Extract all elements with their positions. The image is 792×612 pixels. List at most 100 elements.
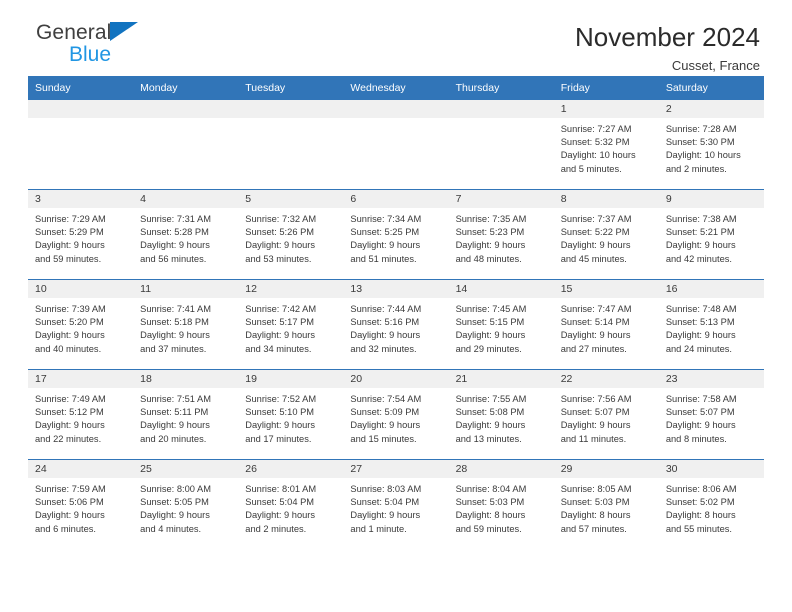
day-detail-line: Sunrise: 7:39 AM	[35, 304, 106, 314]
day-cell-22[interactable]: 22 Sunrise: 7:56 AM Sunset: 5:07 PM Dayligh…	[553, 370, 659, 459]
day-cell-7[interactable]: 7 Sunrise: 7:35 AM Sunset: 5:23 PM Daylight…	[448, 190, 554, 279]
day-detail-line: Sunset: 5:13 PM	[665, 317, 735, 328]
day-detail-line: and 2 minutes.	[665, 163, 727, 174]
day-details: Sunrise: 7:31 AM Sunset: 5:28 PM Daylight:…	[133, 208, 238, 266]
day-detail-line: Daylight: 8 hours	[455, 510, 526, 521]
day-detail-line: Sunset: 5:08 PM	[455, 407, 525, 418]
day-detail-line: Sunset: 5:06 PM	[35, 497, 104, 508]
day-cell-20[interactable]: 20 Sunrise: 7:54 AM Sunset: 5:09 PM Dayligh…	[343, 370, 449, 459]
day-detail-line: Sunrise: 7:45 AM	[455, 304, 527, 314]
day-detail-line: and 37 minutes.	[140, 343, 207, 354]
day-details: Sunrise: 8:06 AM Sunset: 5:02 PM Daylight:…	[659, 478, 764, 536]
day-cell-2[interactable]: 2 Sunrise: 7:28 AM Sunset: 5:30 PM Daylight…	[658, 100, 764, 189]
weekday-header-saturday: Saturday	[665, 82, 708, 94]
weekday-header-thursday: Thursday	[455, 82, 500, 94]
day-detail-line: and 57 minutes.	[560, 523, 627, 534]
day-cell-29[interactable]: 29 Sunrise: 8:05 AM Sunset: 5:03 PM Dayligh…	[553, 460, 659, 549]
day-detail-line: Sunset: 5:29 PM	[35, 227, 104, 238]
day-details: Sunrise: 8:03 AM Sunset: 5:04 PM Daylight:…	[343, 478, 448, 536]
day-cell-24[interactable]: 24 Sunrise: 7:59 AM Sunset: 5:06 PM Dayligh…	[28, 460, 134, 549]
day-cell-6[interactable]: 6 Sunrise: 7:34 AM Sunset: 5:25 PM Daylight…	[343, 190, 449, 279]
day-cell-4[interactable]: 4 Sunrise: 7:31 AM Sunset: 5:28 PM Daylight…	[133, 190, 239, 279]
day-details: Sunrise: 7:27 AM Sunset: 5:32 PM Daylight:…	[554, 118, 659, 176]
day-details: Sunrise: 7:44 AM Sunset: 5:16 PM Daylight:…	[343, 298, 448, 356]
day-details	[449, 118, 554, 123]
weekday-header-sunday: Sunday	[35, 82, 71, 94]
day-details	[28, 118, 133, 123]
day-details: Sunrise: 7:55 AM Sunset: 5:08 PM Daylight:…	[449, 388, 554, 446]
day-detail-line: Daylight: 9 hours	[350, 240, 421, 251]
day-details: Sunrise: 7:45 AM Sunset: 5:15 PM Daylight:…	[449, 298, 554, 356]
day-detail-line: Sunset: 5:23 PM	[455, 227, 525, 238]
day-detail-line: and 1 minute.	[350, 523, 407, 534]
day-cell-26[interactable]: 26 Sunrise: 8:01 AM Sunset: 5:04 PM Dayligh…	[238, 460, 344, 549]
day-detail-line: and 13 minutes.	[455, 433, 522, 444]
day-detail-line: Sunrise: 7:49 AM	[35, 394, 106, 404]
day-details: Sunrise: 7:56 AM Sunset: 5:07 PM Daylight:…	[554, 388, 659, 446]
day-details: Sunrise: 7:41 AM Sunset: 5:18 PM Daylight:…	[133, 298, 238, 356]
day-cell-14[interactable]: 14 Sunrise: 7:45 AM Sunset: 5:15 PM Dayligh…	[448, 280, 554, 369]
day-number: 23	[658, 370, 764, 388]
day-cell-30[interactable]: 30 Sunrise: 8:06 AM Sunset: 5:02 PM Dayligh…	[658, 460, 764, 549]
day-detail-line: and 45 minutes.	[560, 253, 627, 264]
day-cell-27[interactable]: 27 Sunrise: 8:03 AM Sunset: 5:04 PM Dayligh…	[343, 460, 449, 549]
day-detail-line: Sunrise: 7:55 AM	[455, 394, 527, 404]
day-cell-5[interactable]: 5 Sunrise: 7:32 AM Sunset: 5:26 PM Daylight…	[238, 190, 344, 279]
day-cell-17[interactable]: 17 Sunrise: 7:49 AM Sunset: 5:12 PM Dayligh…	[28, 370, 134, 459]
day-cell-11[interactable]: 11 Sunrise: 7:41 AM Sunset: 5:18 PM Dayligh…	[133, 280, 239, 369]
day-detail-line: Sunrise: 7:52 AM	[245, 394, 317, 404]
day-detail-line: Sunset: 5:07 PM	[560, 407, 630, 418]
day-detail-line: Sunset: 5:26 PM	[245, 227, 315, 238]
day-detail-line: Sunrise: 7:37 AM	[560, 214, 632, 224]
day-detail-line: Sunrise: 8:06 AM	[665, 484, 737, 494]
day-detail-line: Sunrise: 7:56 AM	[560, 394, 632, 404]
day-cell-28[interactable]: 28 Sunrise: 8:04 AM Sunset: 5:03 PM Dayligh…	[448, 460, 554, 549]
day-details: Sunrise: 8:01 AM Sunset: 5:04 PM Daylight:…	[238, 478, 343, 536]
day-cell-13[interactable]: 13 Sunrise: 7:44 AM Sunset: 5:16 PM Dayligh…	[343, 280, 449, 369]
day-detail-line: Sunrise: 7:44 AM	[350, 304, 422, 314]
day-detail-line: Sunrise: 7:35 AM	[455, 214, 527, 224]
day-detail-line: Sunset: 5:04 PM	[350, 497, 420, 508]
day-details	[238, 118, 343, 123]
day-cell-empty	[238, 100, 344, 189]
day-cell-empty	[343, 100, 449, 189]
day-detail-line: Sunrise: 7:54 AM	[350, 394, 422, 404]
page-subtitle-location: Cusset, France	[671, 58, 760, 73]
day-detail-line: Sunset: 5:25 PM	[350, 227, 420, 238]
day-cell-25[interactable]: 25 Sunrise: 8:00 AM Sunset: 5:05 PM Dayligh…	[133, 460, 239, 549]
day-details: Sunrise: 7:48 AM Sunset: 5:13 PM Daylight:…	[659, 298, 764, 356]
day-detail-line: Sunrise: 7:51 AM	[140, 394, 211, 404]
brand-logo[interactable]: General Blue	[28, 22, 139, 65]
day-cell-1[interactable]: 1 Sunrise: 7:27 AM Sunset: 5:32 PM Daylight…	[553, 100, 659, 189]
day-details: Sunrise: 7:58 AM Sunset: 5:07 PM Daylight:…	[659, 388, 764, 446]
day-cell-8[interactable]: 8 Sunrise: 7:37 AM Sunset: 5:22 PM Daylight…	[553, 190, 659, 279]
day-detail-line: Sunrise: 7:42 AM	[245, 304, 317, 314]
day-detail-line: Sunset: 5:09 PM	[350, 407, 420, 418]
day-number: 22	[553, 370, 659, 388]
week-row: 1 Sunrise: 7:27 AM Sunset: 5:32 PM Daylight…	[28, 100, 764, 189]
day-cell-19[interactable]: 19 Sunrise: 7:52 AM Sunset: 5:10 PM Dayligh…	[238, 370, 344, 459]
day-detail-line: Daylight: 9 hours	[560, 330, 631, 341]
day-number	[343, 100, 449, 118]
day-cell-3[interactable]: 3 Sunrise: 7:29 AM Sunset: 5:29 PM Daylight…	[28, 190, 134, 279]
day-cell-18[interactable]: 18 Sunrise: 7:51 AM Sunset: 5:11 PM Dayligh…	[133, 370, 239, 459]
day-cell-23[interactable]: 23 Sunrise: 7:58 AM Sunset: 5:07 PM Dayligh…	[658, 370, 764, 459]
day-details: Sunrise: 7:34 AM Sunset: 5:25 PM Daylight:…	[343, 208, 448, 266]
day-number: 18	[133, 370, 239, 388]
day-cell-9[interactable]: 9 Sunrise: 7:38 AM Sunset: 5:21 PM Daylight…	[658, 190, 764, 279]
day-detail-line: and 27 minutes.	[560, 343, 627, 354]
day-detail-line: Daylight: 9 hours	[35, 240, 105, 251]
day-number: 16	[658, 280, 764, 298]
day-cell-10[interactable]: 10 Sunrise: 7:39 AM Sunset: 5:20 PM Dayligh…	[28, 280, 134, 369]
day-detail-line: Sunrise: 7:38 AM	[665, 214, 737, 224]
day-detail-line: and 6 minutes.	[35, 523, 96, 534]
day-number: 27	[343, 460, 449, 478]
day-cell-21[interactable]: 21 Sunrise: 7:55 AM Sunset: 5:08 PM Dayligh…	[448, 370, 554, 459]
day-cell-15[interactable]: 15 Sunrise: 7:47 AM Sunset: 5:14 PM Dayligh…	[553, 280, 659, 369]
triangle-icon	[110, 22, 139, 41]
day-cell-12[interactable]: 12 Sunrise: 7:42 AM Sunset: 5:17 PM Dayligh…	[238, 280, 344, 369]
week-row: 10 Sunrise: 7:39 AM Sunset: 5:20 PM Dayligh…	[28, 279, 764, 369]
day-cell-16[interactable]: 16 Sunrise: 7:48 AM Sunset: 5:13 PM Dayligh…	[658, 280, 764, 369]
day-detail-line: and 8 minutes.	[665, 433, 727, 444]
calendar-page: General Blue November 2024 Cusset, Franc…	[0, 0, 792, 612]
